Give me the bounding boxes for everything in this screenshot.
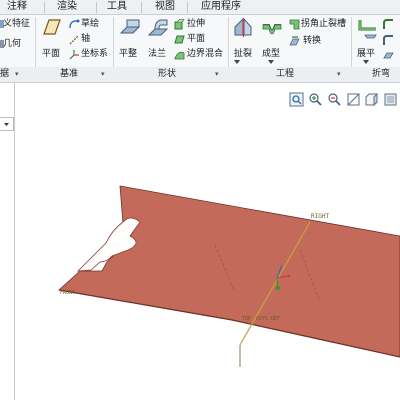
bend-icon[interactable] (383, 19, 394, 30)
form-label[interactable]: 成型 (262, 49, 280, 60)
boundary-blend-label[interactable]: 边界混合 (187, 49, 223, 60)
flat-wall-label[interactable]: 平整 (119, 49, 137, 60)
flat-wall-icon[interactable] (119, 17, 141, 39)
tab-separator (187, 2, 188, 13)
form-icon[interactable] (261, 17, 283, 39)
flatten-icon[interactable] (383, 50, 394, 61)
ribbon-group-labels: 据 ▾ 基准 ▾ 形状 ▾ 工程 ▾ 折弯 (0, 67, 400, 83)
csys-origin[interactable] (276, 286, 280, 290)
rip-icon[interactable] (233, 17, 253, 39)
axis-label[interactable]: 轴 (81, 34, 90, 45)
flange-wall-icon[interactable] (147, 17, 169, 39)
tab-tools[interactable]: 工具 (100, 0, 134, 14)
group-expand-arrow[interactable]: ▾ (337, 69, 341, 80)
axis-icon[interactable] (68, 34, 80, 46)
form-dropdown-arrow[interactable] (268, 60, 274, 64)
rip-label[interactable]: 扯裂 (234, 49, 252, 60)
datum-label-front: FRONT (60, 290, 75, 296)
group-label-data: 据 (0, 69, 10, 79)
group-label-engineering: 工程 (276, 69, 295, 79)
bend-back-icon[interactable] (383, 35, 394, 46)
group-label-datum: 基准 (60, 69, 79, 79)
tab-separator (141, 2, 142, 13)
unbend-label[interactable]: 展平 (357, 49, 375, 60)
tab-applications[interactable]: 应用程序 (196, 0, 246, 14)
ribbon: 义特征 几何 平面 草绘 轴 坐标系 平整 法兰 拉伸 平面 边界混合 扯裂 成… (0, 15, 400, 81)
extrude-icon[interactable] (174, 19, 185, 30)
plane-icon[interactable] (40, 17, 62, 37)
tab-render[interactable]: 渲染 (50, 0, 84, 14)
convert-label[interactable]: 转换 (303, 36, 321, 47)
sketch-label[interactable]: 草绘 (81, 19, 99, 30)
coordinate-system-icon[interactable] (68, 49, 80, 61)
coordinate-system-label[interactable]: 坐标系 (81, 49, 108, 60)
tab-view[interactable]: 视图 (148, 0, 182, 14)
convert-icon[interactable] (289, 36, 300, 47)
group-label-bend: 折弯 (372, 69, 391, 79)
planar-label[interactable]: 平面 (187, 34, 205, 45)
user-defined-feature-label[interactable]: 义特征 (3, 19, 30, 30)
corner-relief-icon[interactable] (289, 19, 300, 30)
boundary-blend-icon[interactable] (174, 49, 185, 60)
datum-label-top: TOP (242, 316, 251, 322)
tab-separator (44, 2, 45, 13)
group-label-shapes: 形状 (158, 69, 177, 79)
csys-origin-marker (287, 274, 291, 278)
tab-annotate[interactable]: 注释 (0, 0, 34, 14)
sketch-icon[interactable] (68, 18, 80, 30)
rip-dropdown-arrow[interactable] (234, 60, 240, 64)
flange-wall-label[interactable]: 法兰 (148, 49, 166, 60)
corner-relief-label[interactable]: 拐角止裂槽 (301, 19, 346, 30)
plane-label[interactable]: 平面 (42, 49, 60, 60)
graphics-viewport[interactable]: RIGHT FRONT TOP CSYS_DEF (15, 83, 400, 400)
group-expand-arrow[interactable]: ▾ (101, 69, 105, 80)
extrude-label[interactable]: 拉伸 (187, 19, 205, 30)
copy-geometry-label[interactable]: 几何 (3, 39, 21, 50)
unbend-dropdown-arrow[interactable] (363, 60, 369, 64)
model-tree-dropdown[interactable] (0, 117, 14, 131)
tab-separator (96, 2, 97, 13)
ribbon-tab-bar: 注释 渲染 工具 视图 应用程序 (0, 0, 400, 15)
group-expand-arrow[interactable]: ▾ (15, 69, 19, 80)
group-expand-arrow[interactable]: ▾ (215, 69, 219, 80)
datum-label-csys: CSYS_DEF (256, 316, 280, 322)
planar-icon[interactable] (174, 34, 185, 45)
unbend-icon[interactable] (356, 17, 378, 39)
sheet-metal-plate[interactable] (58, 185, 400, 358)
datum-label-right: RIGHT (311, 213, 329, 220)
